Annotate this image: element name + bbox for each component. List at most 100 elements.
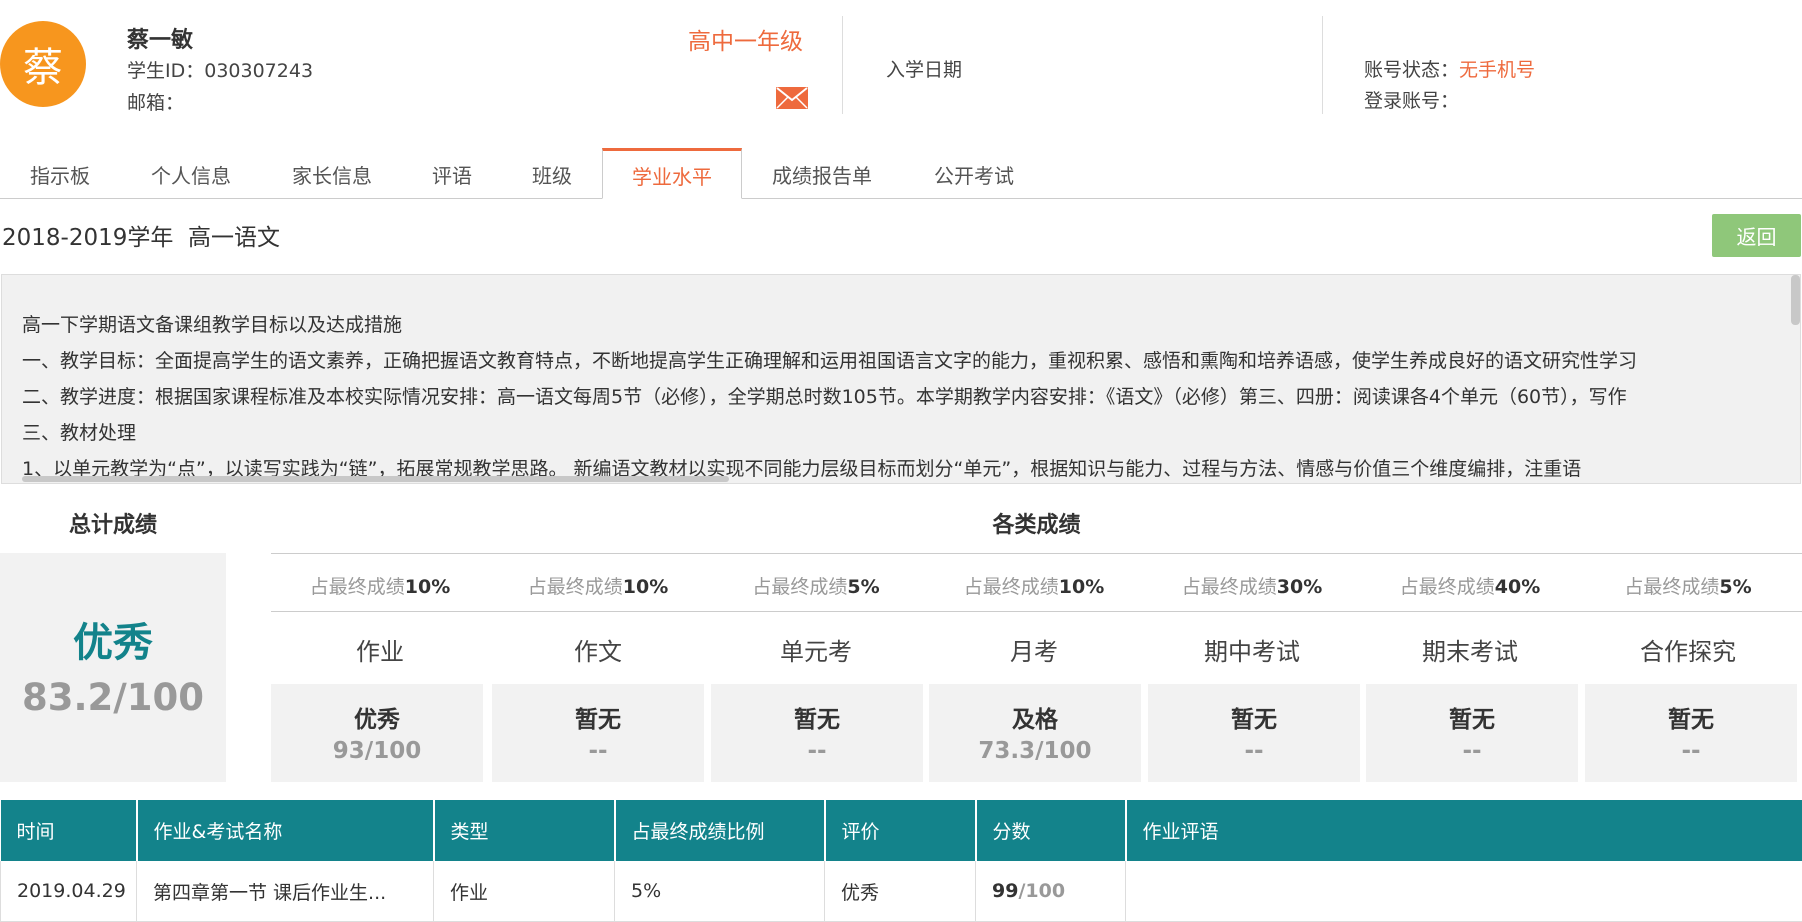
score-total: /100 bbox=[1018, 880, 1065, 902]
enroll-date-label: 入学日期 bbox=[886, 55, 962, 82]
category-score-title: 各类成绩 bbox=[271, 507, 1802, 539]
student-grade: 高中一年级 bbox=[688, 22, 803, 56]
category-grade: 暂无 bbox=[711, 700, 923, 734]
category-percent: 占最终成绩5% bbox=[1579, 572, 1797, 599]
percent-value: 10% bbox=[623, 576, 668, 598]
percent-prefix: 占最终成绩 bbox=[1400, 576, 1495, 598]
category-score: -- bbox=[492, 738, 704, 764]
table-row[interactable]: 2019.04.29 第四章第一节 课后作业生... 作业 5% 优秀 99/1… bbox=[1, 861, 1802, 922]
percent-value: 30% bbox=[1277, 576, 1322, 598]
category-score: -- bbox=[1148, 738, 1360, 764]
score-value: 99 bbox=[992, 880, 1018, 902]
tab-bar: 指示板 个人信息 家长信息 评语 班级 学业水平 成绩报告单 公开考试 bbox=[0, 148, 1802, 199]
percent-value: 5% bbox=[1719, 576, 1751, 598]
category-grade: 暂无 bbox=[1585, 700, 1797, 734]
col-header-comment: 作业评语 bbox=[1126, 800, 1802, 861]
category-name: 作文 bbox=[489, 632, 707, 667]
student-id-value: 030307243 bbox=[204, 60, 313, 82]
tab-comments[interactable]: 评语 bbox=[410, 148, 494, 198]
account-status-label: 账号状态： bbox=[1364, 59, 1459, 81]
category-percent: 占最终成绩30% bbox=[1143, 572, 1361, 599]
tab-dashboard[interactable]: 指示板 bbox=[0, 148, 120, 198]
total-score: 83.2/100 bbox=[0, 676, 226, 719]
header-divider bbox=[842, 16, 843, 114]
cell-eval: 优秀 bbox=[825, 861, 976, 922]
category-percent: 占最终成绩10% bbox=[489, 572, 707, 599]
category-score: 73.3/100 bbox=[929, 738, 1141, 764]
teaching-goals-panel[interactable]: 高一下学期语文备课组教学目标以及达成措施 一、教学目标：全面提高学生的语文素养，… bbox=[1, 274, 1801, 484]
total-grade: 优秀 bbox=[0, 610, 226, 668]
percent-value: 10% bbox=[405, 576, 450, 598]
percent-prefix: 占最终成绩 bbox=[310, 576, 405, 598]
percent-value: 10% bbox=[1059, 576, 1104, 598]
cell-name[interactable]: 第四章第一节 课后作业生... bbox=[137, 861, 434, 922]
student-email-label: 邮箱： bbox=[127, 88, 184, 115]
category-percent: 占最终成绩10% bbox=[271, 572, 489, 599]
cell-score: 99/100 bbox=[976, 861, 1126, 922]
cell-comment bbox=[1126, 861, 1802, 922]
tab-parent-info[interactable]: 家长信息 bbox=[268, 148, 396, 198]
col-header-score: 分数 bbox=[976, 800, 1126, 861]
panel-line: 三、教材处理 bbox=[22, 418, 136, 445]
header-divider bbox=[1322, 16, 1323, 114]
percent-prefix: 占最终成绩 bbox=[964, 576, 1059, 598]
panel-horizontal-scrollbar[interactable] bbox=[22, 476, 729, 482]
cell-ratio: 5% bbox=[615, 861, 825, 922]
total-score-title: 总计成绩 bbox=[0, 507, 226, 539]
category-score: 93/100 bbox=[271, 738, 483, 764]
category-grade: 暂无 bbox=[492, 700, 704, 734]
col-header-ratio: 占最终成绩比例 bbox=[615, 800, 825, 861]
panel-line: 二、教学进度：根据国家课程标准及本校实际情况安排：高一语文每周5节（必修），全学… bbox=[22, 382, 1627, 409]
category-grade: 及格 bbox=[929, 700, 1141, 734]
col-header-eval: 评价 bbox=[825, 800, 976, 861]
category-name: 期末考试 bbox=[1361, 632, 1579, 667]
student-id-label: 学生ID： bbox=[127, 60, 204, 82]
percent-value: 40% bbox=[1495, 576, 1540, 598]
tab-academic-level[interactable]: 学业水平 bbox=[602, 148, 742, 199]
table-header-row: 时间 作业&考试名称 类型 占最终成绩比例 评价 分数 作业评语 bbox=[1, 800, 1802, 861]
cell-type: 作业 bbox=[434, 861, 615, 922]
category-name: 单元考 bbox=[707, 632, 925, 667]
records-table: 时间 作业&考试名称 类型 占最终成绩比例 评价 分数 作业评语 2019.04… bbox=[0, 800, 1802, 922]
category-name: 合作探究 bbox=[1579, 632, 1797, 667]
category-name: 作业 bbox=[271, 632, 489, 667]
category-grade: 优秀 bbox=[271, 700, 483, 734]
percent-value: 5% bbox=[847, 576, 879, 598]
category-name: 月考 bbox=[925, 632, 1143, 667]
category-percent: 占最终成绩5% bbox=[707, 572, 925, 599]
percent-prefix: 占最终成绩 bbox=[1182, 576, 1277, 598]
panel-line: 一、教学目标：全面提高学生的语文素养，正确把握语文教育特点，不断地提高学生正确理… bbox=[22, 346, 1637, 373]
login-account-label: 登录账号： bbox=[1364, 86, 1459, 113]
percent-prefix: 占最终成绩 bbox=[528, 576, 623, 598]
category-score: -- bbox=[1366, 738, 1578, 764]
cell-time: 2019.04.29 bbox=[1, 861, 137, 922]
percent-prefix: 占最终成绩 bbox=[752, 576, 847, 598]
panel-line: 高一下学期语文备课组教学目标以及达成措施 bbox=[22, 310, 402, 337]
category-percent: 占最终成绩40% bbox=[1361, 572, 1579, 599]
account-status: 账号状态：无手机号 bbox=[1364, 55, 1535, 82]
page-title: 2018-2019学年 高一语文 bbox=[2, 218, 280, 252]
student-id: 学生ID：030307243 bbox=[127, 56, 313, 83]
col-header-type: 类型 bbox=[434, 800, 615, 861]
mail-icon[interactable] bbox=[775, 86, 809, 110]
student-name: 蔡一敏 bbox=[127, 22, 193, 54]
category-score: -- bbox=[711, 738, 923, 764]
back-button[interactable]: 返回 bbox=[1712, 214, 1801, 257]
category-divider bbox=[271, 611, 1802, 612]
tab-class[interactable]: 班级 bbox=[510, 148, 594, 198]
category-score: -- bbox=[1585, 738, 1797, 764]
category-name: 期中考试 bbox=[1143, 632, 1361, 667]
percent-prefix: 占最终成绩 bbox=[1624, 576, 1719, 598]
col-header-name: 作业&考试名称 bbox=[137, 800, 434, 861]
tab-report-card[interactable]: 成绩报告单 bbox=[752, 148, 892, 198]
tab-personal-info[interactable]: 个人信息 bbox=[128, 148, 254, 198]
panel-vertical-scrollbar[interactable] bbox=[1791, 275, 1800, 325]
category-divider bbox=[271, 553, 1802, 554]
category-percent: 占最终成绩10% bbox=[925, 572, 1143, 599]
tab-public-exam[interactable]: 公开考试 bbox=[910, 148, 1038, 198]
avatar: 蔡 bbox=[0, 21, 86, 107]
col-header-time: 时间 bbox=[1, 800, 137, 861]
account-status-value: 无手机号 bbox=[1459, 59, 1535, 81]
category-grade: 暂无 bbox=[1148, 700, 1360, 734]
category-grade: 暂无 bbox=[1366, 700, 1578, 734]
